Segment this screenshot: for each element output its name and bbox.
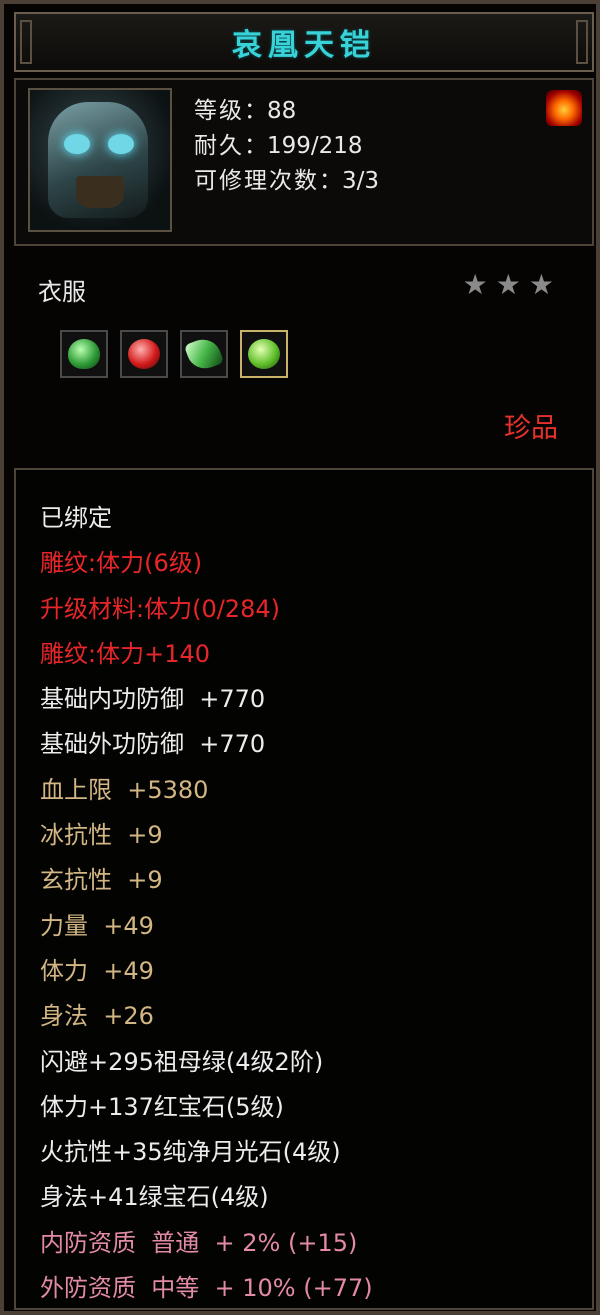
attr-line: 血上限 +5380 — [40, 775, 209, 804]
attr-line: 体力 +49 — [40, 956, 154, 985]
attr-line: 体力+137红宝石(5级) — [40, 1092, 284, 1121]
attr-line: 火抗性+35纯净月光石(4级) — [40, 1138, 341, 1167]
star-rating: ★ ★ ★ — [463, 270, 554, 300]
item-tooltip: 哀凰天铠 等级： 88 耐久： 199/218 可修理次数： 3/3 衣服 ★ ★ ★ — [0, 0, 600, 1315]
level-value: 88 — [267, 98, 297, 124]
green-jade-gem-icon — [68, 339, 100, 369]
item-type: 衣服 — [38, 278, 86, 306]
item-header: 等级： 88 耐久： 199/218 可修理次数： 3/3 — [14, 78, 594, 246]
rarity-label: 珍品 — [504, 413, 558, 444]
attr-line: 身法 +26 — [40, 1002, 154, 1031]
repair-label: 可修理次数 — [194, 168, 319, 194]
durability-label: 耐久 — [194, 133, 244, 159]
attr-line: 雕纹:体力(6级) — [40, 549, 203, 578]
attr-line: 玄抗性 +9 — [40, 866, 163, 895]
attr-line: 基础外功防御 +770 — [40, 730, 266, 759]
gem-slot-3[interactable] — [180, 330, 228, 378]
attr-line: 外防资质 中等 + 10% (+77) — [40, 1274, 373, 1303]
level-row: 等级： 88 — [194, 94, 379, 129]
repair-sep: ： — [319, 168, 342, 194]
attr-line: 内防资质 普通 + 2% (+15) — [40, 1228, 358, 1257]
attr-line: 身法+41绿宝石(4级) — [40, 1183, 269, 1212]
durability-sep: ： — [244, 133, 267, 159]
level-sep: ： — [244, 98, 267, 124]
item-stats: 等级： 88 耐久： 199/218 可修理次数： 3/3 — [194, 94, 379, 199]
peridot-gem-icon — [248, 339, 280, 369]
attr-line: 雕纹:体力+140 — [40, 639, 211, 668]
attr-line: 基础内功防御 +770 — [40, 685, 266, 714]
gem-slot-4[interactable] — [240, 330, 288, 378]
attr-line: 力量 +49 — [40, 911, 154, 940]
item-name: 哀凰天铠 — [232, 28, 376, 63]
star-icon: ★ — [495, 268, 521, 301]
attribute-list: 已绑定 雕纹:体力(6级) 升级材料:体力(0/284) 雕纹:体力+140 基… — [14, 468, 594, 1310]
star-icon: ★ — [462, 268, 488, 301]
repair-value: 3/3 — [342, 168, 380, 194]
attr-line: 已绑定 — [40, 504, 112, 532]
fire-icon — [546, 90, 582, 126]
ruby-gem-icon — [128, 339, 160, 369]
durability-value: 199/218 — [267, 133, 363, 159]
attr-line: 冰抗性 +9 — [40, 821, 163, 850]
item-type-section: 衣服 ★ ★ ★ 珍品 — [14, 254, 594, 464]
armor-helmet-icon[interactable] — [28, 88, 172, 232]
attr-line: 闪避+295祖母绿(4级2阶) — [40, 1047, 324, 1076]
durability-row: 耐久： 199/218 — [194, 129, 379, 164]
attr-line: 升级材料:体力(0/284) — [40, 594, 280, 623]
gem-slots — [60, 330, 288, 378]
gem-slot-2[interactable] — [120, 330, 168, 378]
title-bar: 哀凰天铠 — [14, 12, 594, 72]
star-icon: ★ — [528, 268, 554, 301]
emerald-gem-icon — [183, 334, 225, 374]
repair-row: 可修理次数： 3/3 — [194, 164, 379, 199]
level-label: 等级 — [194, 98, 244, 124]
gem-slot-1[interactable] — [60, 330, 108, 378]
